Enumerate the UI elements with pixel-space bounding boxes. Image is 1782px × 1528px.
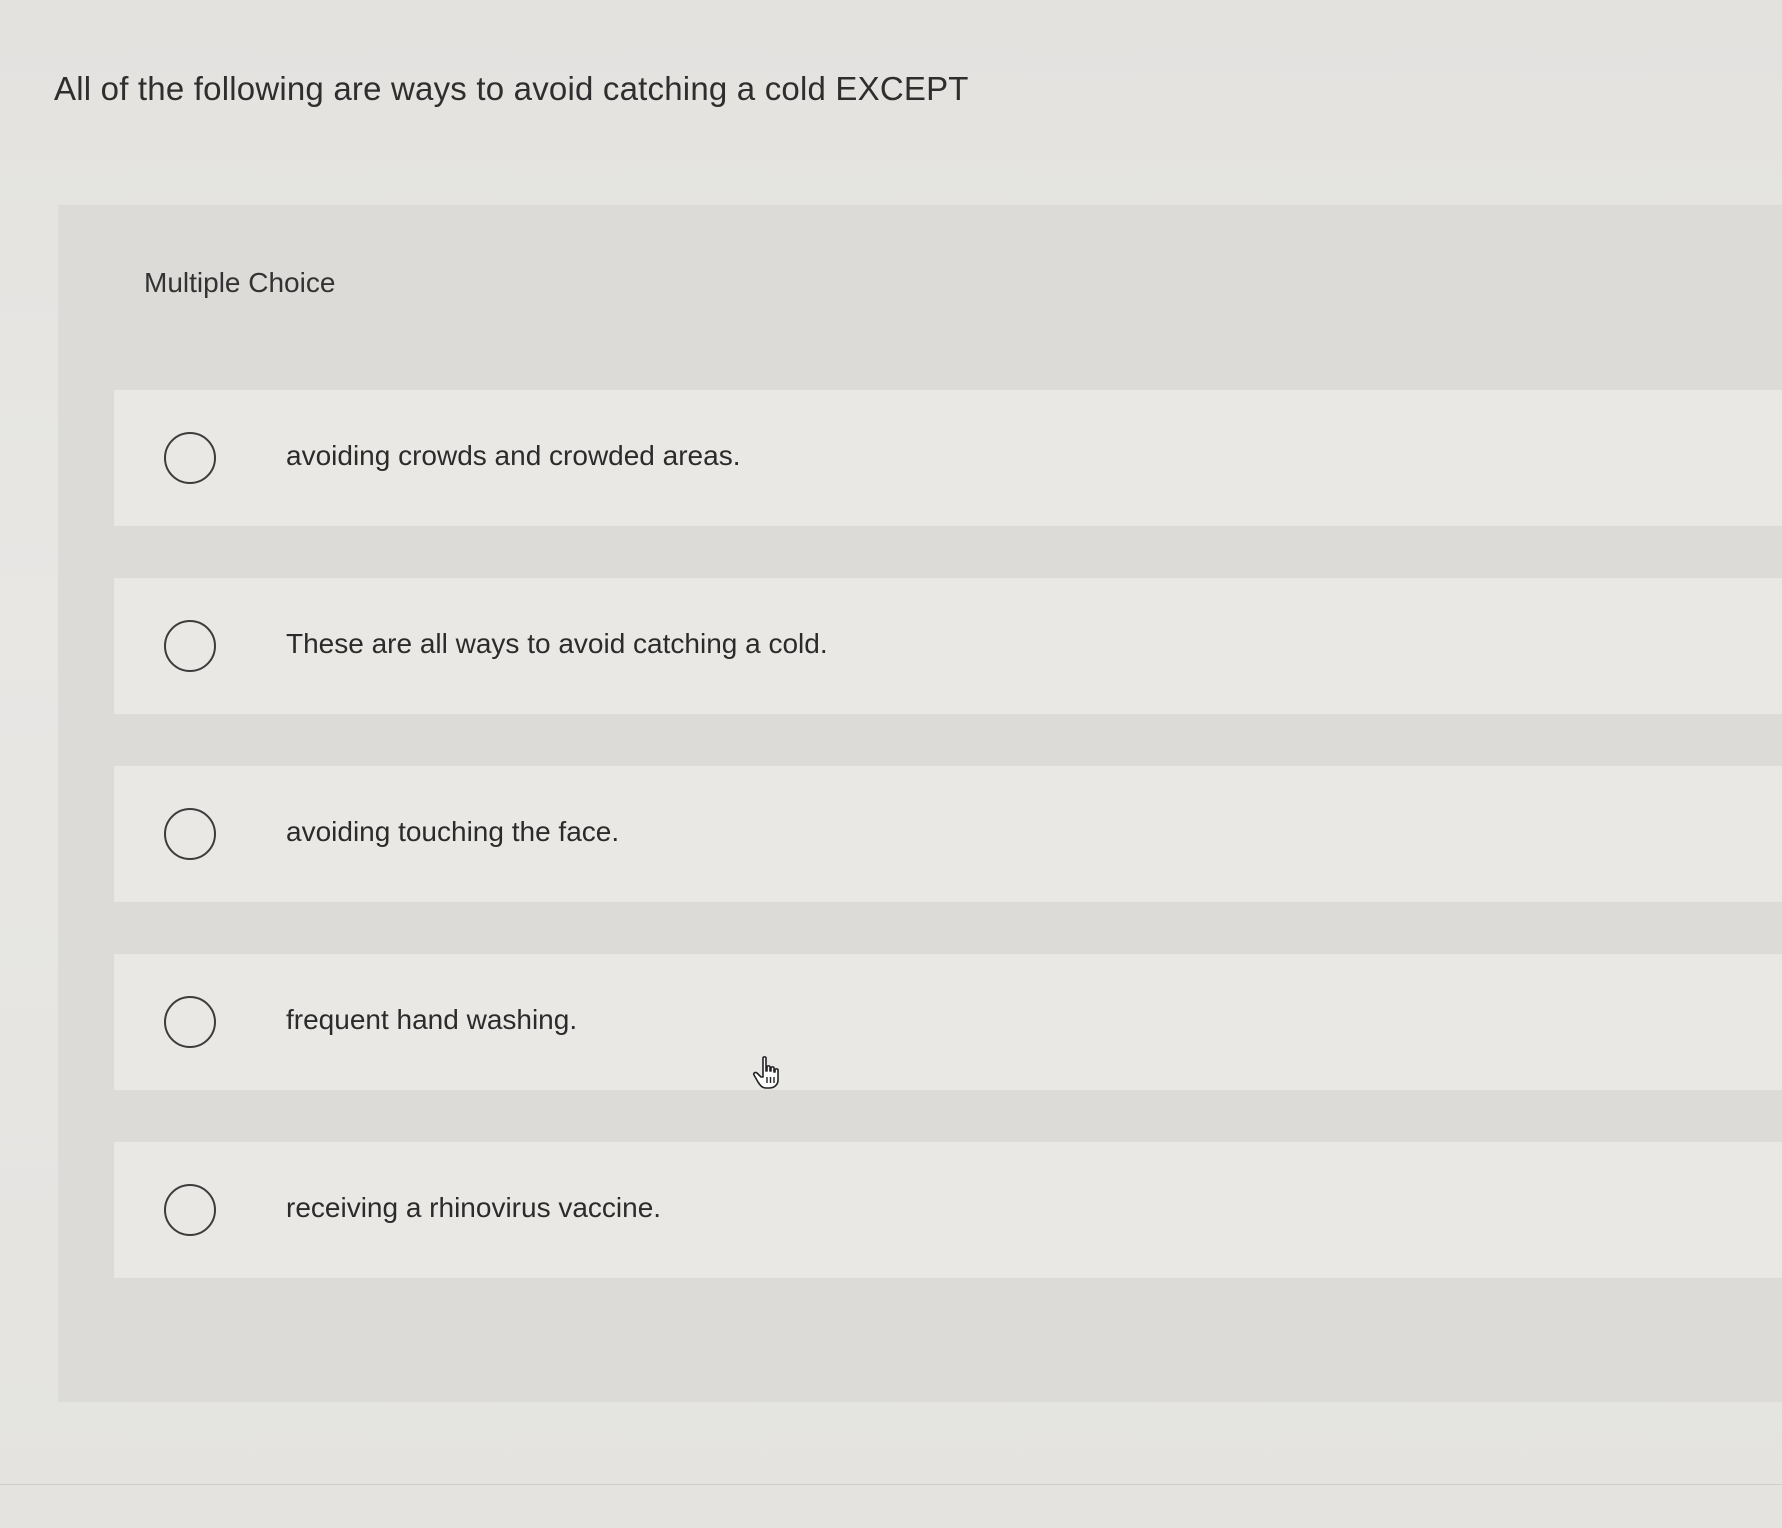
page: All of the following are ways to avoid c…: [0, 0, 1782, 1528]
radio-button[interactable]: [164, 432, 216, 484]
question-type-label: Multiple Choice: [144, 267, 336, 298]
answer-option-label: avoiding touching the face.: [286, 816, 620, 847]
radio-button[interactable]: [164, 808, 216, 860]
answer-option-2[interactable]: These are all ways to avoid catching a c…: [114, 578, 1782, 714]
answer-option-label: frequent hand washing.: [286, 1004, 578, 1035]
answer-option-label: receiving a rhinovirus vaccine.: [286, 1192, 662, 1223]
divider: [0, 1484, 1782, 1485]
hand-pointer-icon: [752, 1056, 779, 1089]
answer-option-4[interactable]: frequent hand washing.: [114, 954, 1782, 1090]
radio-button[interactable]: [164, 620, 216, 672]
answer-option-label: avoiding crowds and crowded areas.: [286, 440, 741, 471]
answer-option-5[interactable]: receiving a rhinovirus vaccine.: [114, 1142, 1782, 1278]
radio-button[interactable]: [164, 996, 216, 1048]
answer-option-label: These are all ways to avoid catching a c…: [286, 628, 828, 659]
radio-button[interactable]: [164, 1184, 216, 1236]
multiple-choice-panel: Multiple Choice avoiding crowds and crow…: [58, 205, 1782, 1402]
answer-option-3[interactable]: avoiding touching the face.: [114, 766, 1782, 902]
answer-option-1[interactable]: avoiding crowds and crowded areas.: [114, 390, 1782, 526]
question-text: All of the following are ways to avoid c…: [54, 70, 969, 107]
